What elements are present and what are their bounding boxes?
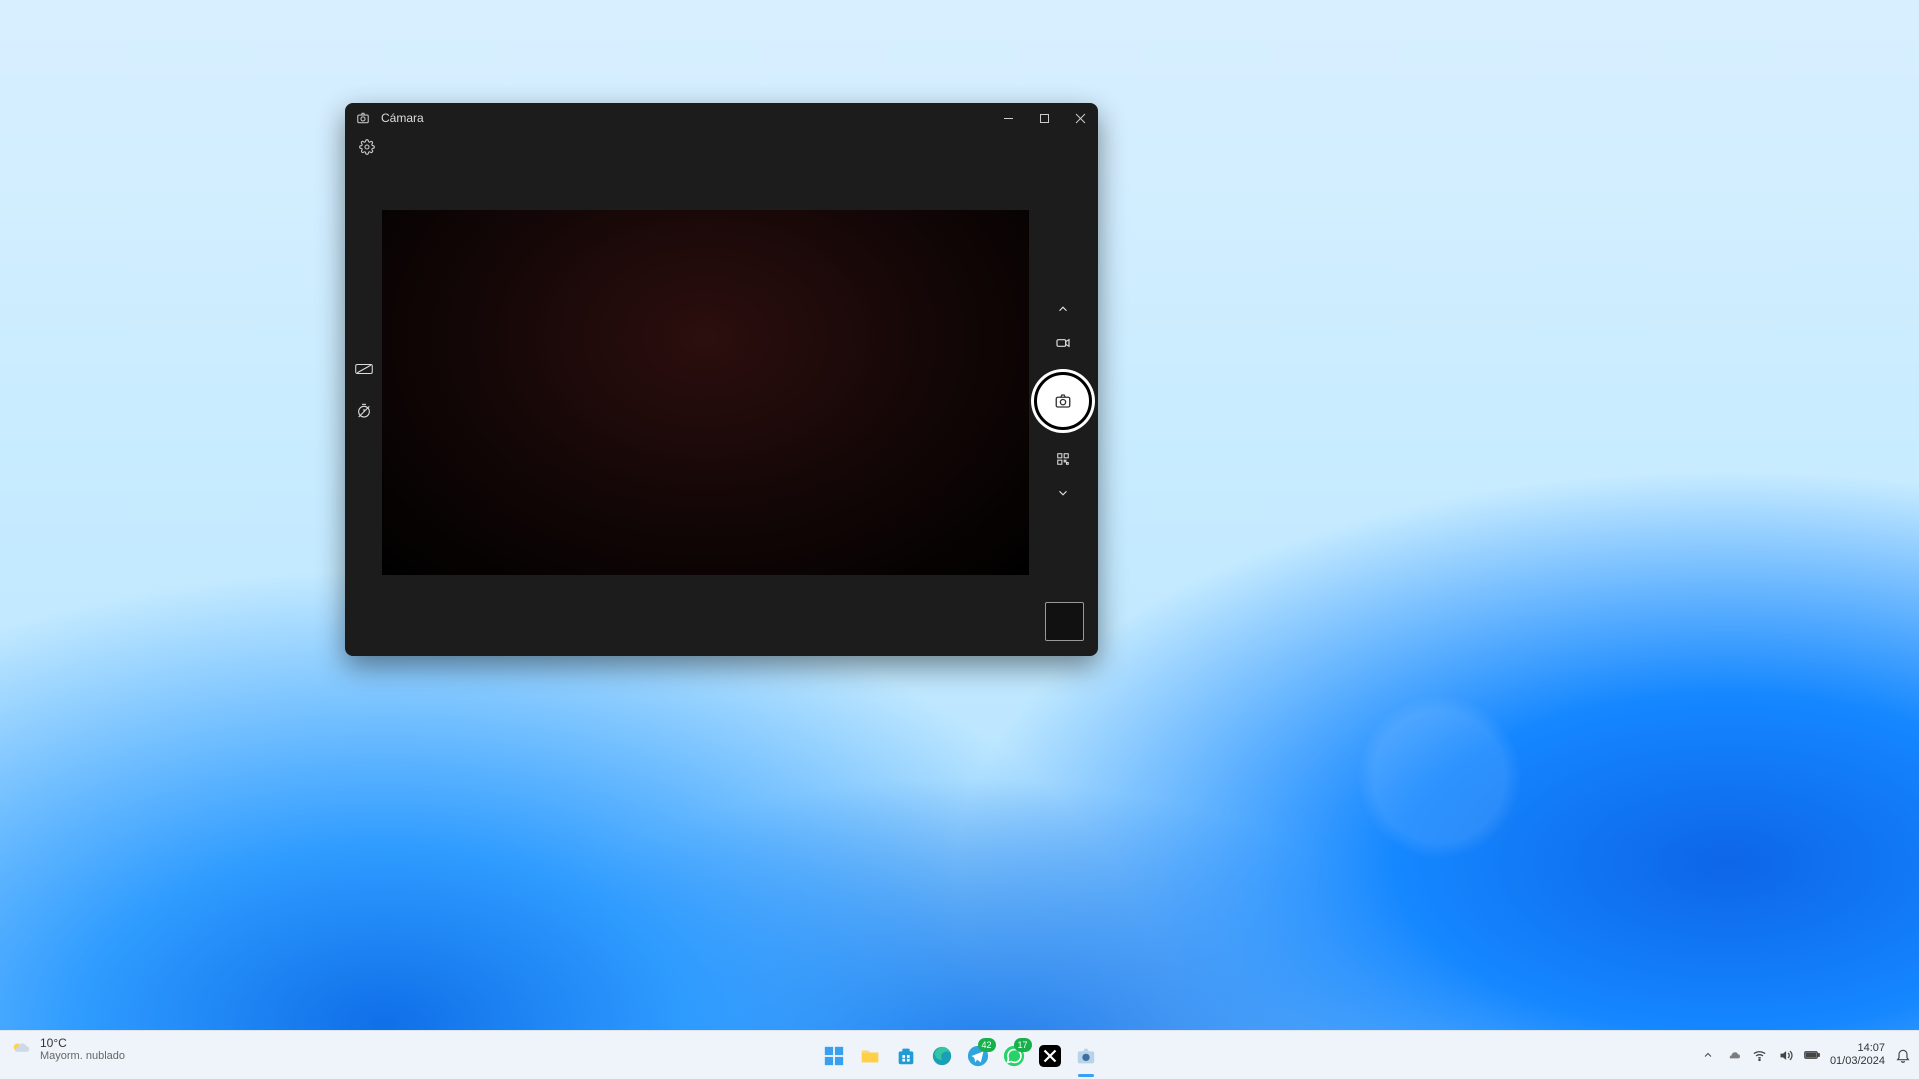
- telegram-button[interactable]: 42: [964, 1042, 992, 1070]
- whatsapp-button[interactable]: 17: [1000, 1042, 1028, 1070]
- notifications-button[interactable]: [1895, 1047, 1911, 1063]
- battery-icon[interactable]: [1804, 1047, 1820, 1063]
- qr-scan-mode-button[interactable]: [1052, 448, 1074, 470]
- hdr-toggle-button[interactable]: [353, 358, 375, 380]
- telegram-badge: 42: [978, 1038, 996, 1052]
- weather-temperature: 10°C: [40, 1037, 125, 1050]
- title-bar[interactable]: Cámara: [345, 103, 1098, 133]
- camera-app-taskbar-button[interactable]: [1072, 1042, 1100, 1070]
- left-tool-column: [353, 358, 375, 422]
- clock-date: 01/03/2024: [1830, 1055, 1885, 1068]
- window-title: Cámara: [381, 111, 424, 125]
- wifi-icon[interactable]: [1752, 1047, 1768, 1063]
- shutter-button[interactable]: [1034, 372, 1092, 430]
- clock-time: 14:07: [1830, 1042, 1885, 1055]
- weather-widget[interactable]: 10°C Mayorm. nublado: [10, 1037, 125, 1063]
- taskbar-center: 42 17: [820, 1033, 1100, 1079]
- minimize-button[interactable]: [990, 103, 1026, 133]
- camera-app-window: Cámara: [345, 103, 1098, 656]
- onedrive-icon[interactable]: [1726, 1047, 1742, 1063]
- app-camera-icon: [355, 110, 371, 126]
- gallery-thumbnail-button[interactable]: [1045, 602, 1084, 641]
- maximize-button[interactable]: [1026, 103, 1062, 133]
- microsoft-store-button[interactable]: [892, 1042, 920, 1070]
- weather-condition: Mayorm. nublado: [40, 1050, 125, 1063]
- mode-next-button[interactable]: [1052, 482, 1074, 504]
- edge-browser-button[interactable]: [928, 1042, 956, 1070]
- video-mode-button[interactable]: [1052, 332, 1074, 354]
- whatsapp-badge: 17: [1014, 1038, 1032, 1052]
- file-explorer-button[interactable]: [856, 1042, 884, 1070]
- start-button[interactable]: [820, 1042, 848, 1070]
- right-tool-column: [1038, 298, 1088, 504]
- timer-toggle-button[interactable]: [353, 400, 375, 422]
- tray-overflow-button[interactable]: [1700, 1047, 1716, 1063]
- close-button[interactable]: [1062, 103, 1098, 133]
- mode-prev-button[interactable]: [1052, 298, 1074, 320]
- weather-icon: [10, 1038, 32, 1063]
- volume-icon[interactable]: [1778, 1047, 1794, 1063]
- active-app-indicator: [1078, 1074, 1094, 1077]
- taskbar-clock[interactable]: 14:07 01/03/2024: [1830, 1042, 1885, 1068]
- x-twitter-button[interactable]: [1036, 1042, 1064, 1070]
- camera-viewfinder: [382, 210, 1029, 575]
- taskbar: 10°C Mayorm. nublado 42 17: [0, 1030, 1919, 1079]
- system-tray: 14:07 01/03/2024: [1700, 1031, 1911, 1079]
- settings-button[interactable]: [357, 137, 377, 157]
